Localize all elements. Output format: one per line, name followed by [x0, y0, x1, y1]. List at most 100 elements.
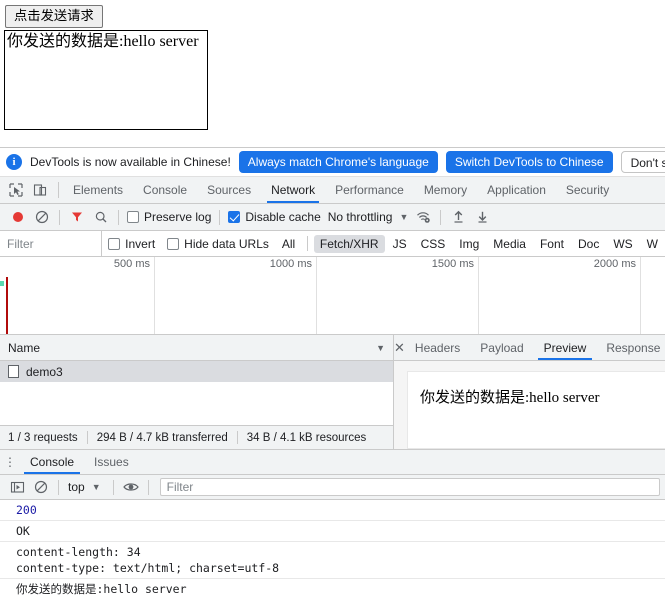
console-message-list: 200 OK content-length: 34 content-type: …	[0, 500, 665, 596]
preserve-log-label: Preserve log	[144, 210, 212, 224]
filter-type-media[interactable]: Media	[487, 235, 532, 253]
preview-iframe: 你发送的数据是:hello server	[407, 371, 665, 449]
tab-console[interactable]: Console	[133, 177, 197, 203]
import-har-icon[interactable]	[446, 207, 470, 227]
requests-list: demo3	[0, 361, 393, 425]
tab-response[interactable]: Response	[596, 335, 665, 360]
toolbar-divider-3	[219, 209, 221, 225]
network-toolbar: Preserve log Disable cache No throttling…	[0, 204, 665, 231]
device-toolbar-icon[interactable]	[30, 180, 50, 200]
switch-devtools-to-chinese-button[interactable]: Switch DevTools to Chinese	[445, 151, 613, 173]
requests-column-header[interactable]: Name ▼	[0, 335, 393, 361]
filter-type-doc[interactable]: Doc	[572, 235, 605, 253]
always-match-chrome-language-button[interactable]: Always match Chrome's language	[238, 151, 438, 173]
preserve-log-box[interactable]	[127, 211, 139, 223]
overview-tick-1500ms: 1500 ms	[317, 257, 479, 334]
overview-request-bar	[0, 281, 4, 286]
close-icon[interactable]: ✕	[394, 335, 405, 360]
network-filter-bar: Filter Invert Hide data URLs All Fetch/X…	[0, 231, 665, 257]
record-button-icon[interactable]	[6, 207, 30, 227]
hide-data-urls-box[interactable]	[167, 237, 180, 250]
tab-memory[interactable]: Memory	[414, 177, 477, 203]
filter-type-ws[interactable]: WS	[607, 235, 638, 253]
table-row[interactable]: demo3	[0, 361, 393, 382]
document-icon	[8, 365, 19, 378]
console-drawer: ⋮ Console Issues top ▼ Filter 200 OK con…	[0, 449, 665, 596]
summary-divider-2	[236, 431, 238, 444]
console-message[interactable]: content-length: 34 content-type: text/ht…	[0, 542, 665, 579]
tab-headers[interactable]: Headers	[405, 335, 470, 360]
filter-type-wasm[interactable]: W	[641, 235, 664, 253]
console-toolbar: top ▼ Filter	[0, 475, 665, 500]
request-detail-tabbar: ✕ Headers Payload Preview Response	[394, 335, 665, 361]
clear-icon[interactable]	[30, 207, 54, 227]
dont-show-again-button[interactable]: Don't show again	[620, 151, 665, 173]
clear-console-icon[interactable]	[29, 477, 53, 497]
invert-label: Invert	[125, 236, 156, 251]
summary-transferred: 294 B / 4.7 kB transferred	[96, 431, 228, 444]
filter-type-img[interactable]: Img	[453, 235, 485, 253]
network-conditions-wifi-icon[interactable]	[411, 207, 435, 227]
overview-tick-1000ms: 1000 ms	[155, 257, 317, 334]
more-options-icon[interactable]: ⋮	[0, 450, 20, 474]
disable-cache-box[interactable]	[228, 211, 241, 223]
chevron-down-icon[interactable]: ▼	[376, 343, 385, 353]
response-result-text: 你发送的数据是:hello server	[7, 33, 199, 50]
drawer-tab-console[interactable]: Console	[20, 450, 84, 474]
chevron-down-icon: ▼	[91, 482, 101, 492]
info-icon: i	[6, 154, 22, 170]
tab-security[interactable]: Security	[556, 177, 619, 203]
hide-data-urls-label: Hide data URLs	[184, 236, 269, 251]
disable-cache-checkbox[interactable]: Disable cache	[225, 210, 323, 224]
filter-type-css[interactable]: CSS	[415, 235, 452, 253]
request-detail-pane: ✕ Headers Payload Preview Response 你发送的数…	[394, 335, 665, 449]
network-overview-timeline[interactable]: 500 ms 1000 ms 1500 ms 2000 ms	[0, 257, 665, 335]
preserve-log-checkbox[interactable]: Preserve log	[124, 210, 214, 224]
live-expression-eye-icon[interactable]	[119, 477, 143, 497]
invert-checkbox[interactable]: Invert	[102, 237, 161, 251]
console-message[interactable]: OK	[0, 521, 665, 542]
tab-performance[interactable]: Performance	[325, 177, 414, 203]
tab-elements[interactable]: Elements	[63, 177, 133, 203]
console-context-selector[interactable]: top ▼	[64, 480, 108, 494]
summary-requests: 1 / 3 requests	[8, 431, 78, 444]
filter-divider	[307, 236, 308, 251]
tabbar-divider	[58, 182, 59, 198]
throttling-select-label[interactable]: No throttling	[324, 210, 397, 224]
overview-tick-2000ms: 2000 ms	[479, 257, 641, 334]
hide-data-urls-checkbox[interactable]: Hide data URLs	[161, 237, 275, 251]
filter-type-js[interactable]: JS	[387, 235, 413, 253]
request-name: demo3	[26, 364, 63, 379]
tab-network[interactable]: Network	[261, 177, 325, 203]
console-message[interactable]: 200	[0, 500, 665, 521]
drawer-tab-issues[interactable]: Issues	[84, 450, 139, 474]
tabbar-icon-group	[0, 177, 54, 203]
tab-application[interactable]: Application	[477, 177, 556, 203]
inspect-element-icon[interactable]	[6, 180, 26, 200]
tab-payload[interactable]: Payload	[470, 335, 533, 360]
filter-funnel-icon[interactable]	[65, 207, 89, 227]
send-request-button[interactable]: 点击发送请求	[5, 5, 103, 28]
preview-body: 你发送的数据是:hello server	[394, 361, 665, 449]
console-divider-2	[112, 479, 114, 495]
chevron-down-icon[interactable]: ▼	[396, 212, 411, 222]
filter-type-all[interactable]: All	[276, 235, 301, 253]
export-har-icon[interactable]	[470, 207, 494, 227]
filter-type-fetch-xhr[interactable]: Fetch/XHR	[313, 234, 385, 253]
invert-box[interactable]	[108, 237, 121, 250]
tab-preview[interactable]: Preview	[534, 335, 597, 360]
console-filter-input[interactable]: Filter	[159, 478, 660, 496]
filter-type-font[interactable]: Font	[534, 235, 570, 253]
console-sidebar-icon[interactable]	[5, 477, 29, 497]
console-divider-1	[58, 479, 59, 495]
disable-cache-label: Disable cache	[245, 210, 321, 224]
search-icon[interactable]	[89, 207, 113, 227]
response-result-box: 你发送的数据是:hello server	[4, 30, 208, 130]
tab-sources[interactable]: Sources	[197, 177, 261, 203]
page-viewport: 点击发送请求 你发送的数据是:hello server	[0, 0, 665, 147]
devtools-panel: i DevTools is now available in Chinese! …	[0, 147, 665, 605]
language-infobar: i DevTools is now available in Chinese! …	[0, 148, 665, 177]
devtools-main-tabbar: Elements Console Sources Network Perform…	[0, 177, 665, 204]
console-message[interactable]: 你发送的数据是:hello server	[0, 579, 665, 596]
network-filter-input[interactable]: Filter	[0, 231, 103, 256]
